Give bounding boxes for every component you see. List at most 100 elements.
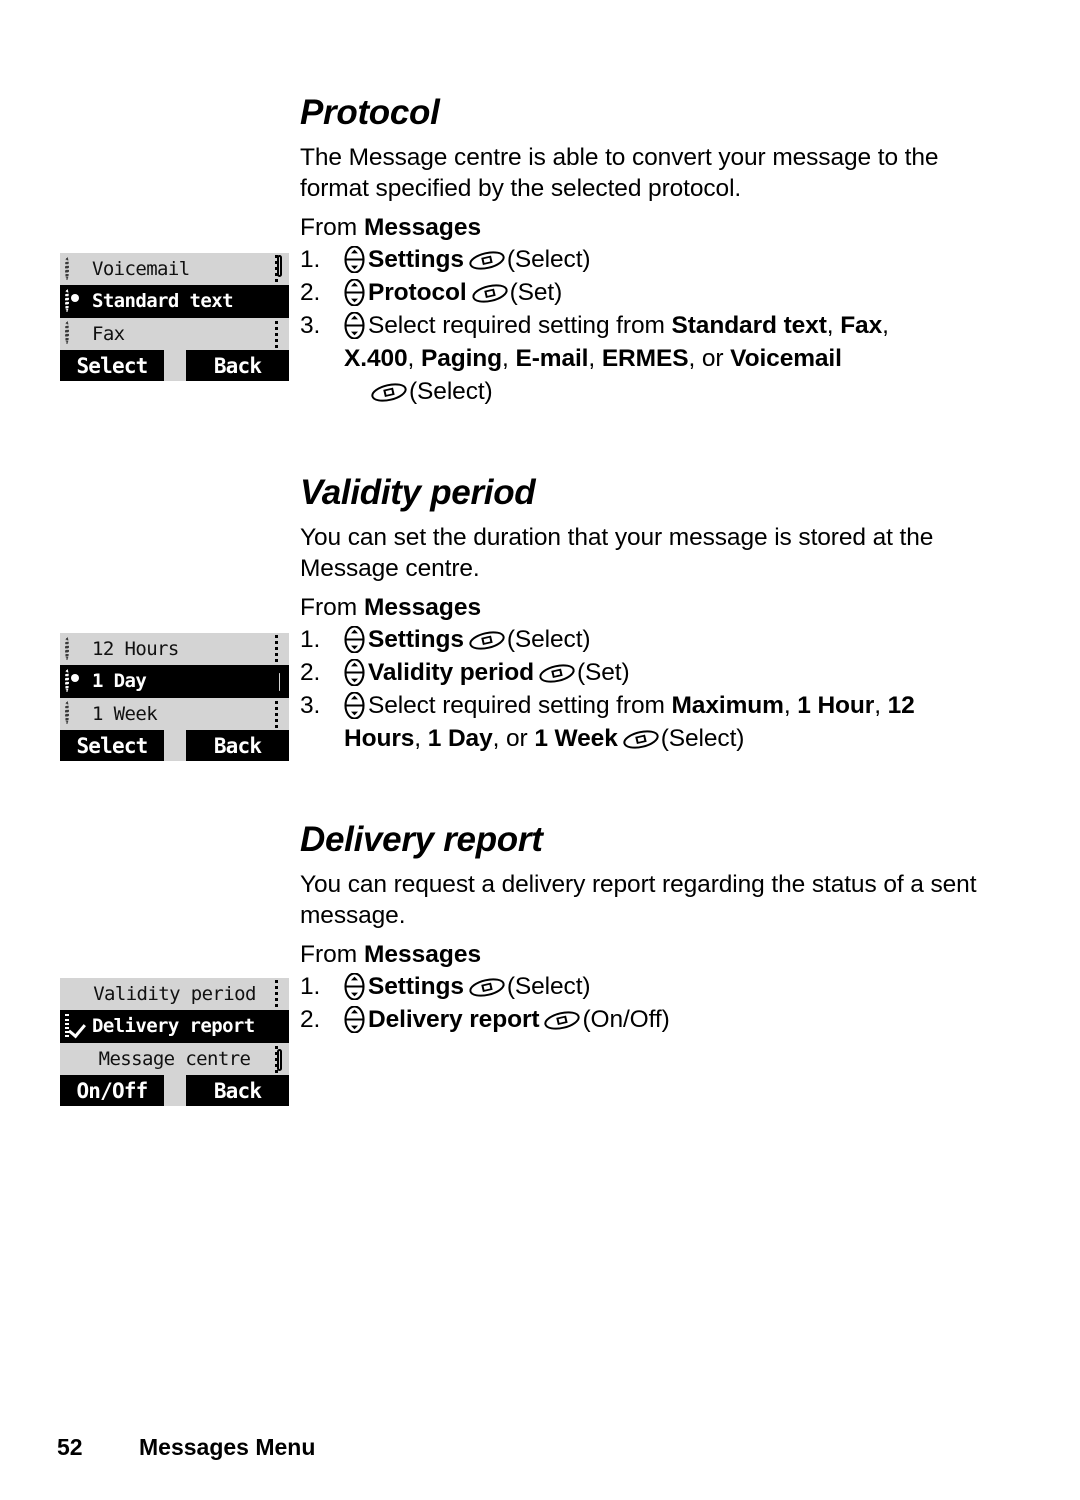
soft-key-icon <box>370 380 408 403</box>
from-target: Messages <box>363 213 482 241</box>
instruction-step: 1. Settings (Select) <box>300 623 1000 656</box>
instruction-step: 2. Protocol (Set) <box>300 276 1000 309</box>
radio-unselected-icon[interactable] <box>65 701 86 725</box>
checkbox-checked-icon[interactable] <box>65 1013 86 1037</box>
softkey-left[interactable]: Select <box>60 730 164 761</box>
step-number: 2. <box>300 658 321 686</box>
step-text: (Select) <box>506 625 591 653</box>
navigation-key-icon <box>344 625 365 654</box>
from-line: From Messages <box>300 212 1000 243</box>
soft-key-icon <box>622 727 660 750</box>
scrollbar-thumb[interactable] <box>277 671 282 693</box>
step-text: (Select) <box>409 377 493 405</box>
navigation-key-icon <box>344 1005 365 1034</box>
step-text: , or <box>688 344 731 372</box>
step-emphasis: Delivery report <box>368 1005 540 1033</box>
screen-list-item[interactable]: 12 Hours <box>60 633 289 665</box>
step-emphasis: 1 Day <box>427 724 493 752</box>
soft-key-icon <box>468 248 506 271</box>
screen-list-item[interactable]: 1 Day <box>60 665 289 698</box>
instruction-step: 2. Validity period (Set) <box>300 656 1000 689</box>
screen-item-label: Fax <box>92 322 125 345</box>
soft-key-icon <box>471 281 509 304</box>
step-emphasis: Settings <box>368 625 464 653</box>
instruction-step: 2. Delivery report (On/Off) <box>300 1003 1000 1036</box>
section-body: You can set the duration that your messa… <box>300 523 934 582</box>
step-text: , <box>882 311 889 339</box>
section-heading: Validity period <box>300 473 536 512</box>
screen-item-label: 1 Day <box>92 670 147 693</box>
screen-list-item[interactable]: Validity period <box>60 978 289 1010</box>
step-emphasis: Standard text <box>671 311 827 339</box>
step-emphasis: 1 Week <box>534 724 618 752</box>
step-emphasis: E-mail <box>515 344 589 372</box>
scrollbar-thumb[interactable] <box>277 255 282 277</box>
step-text: (Select) <box>506 245 591 273</box>
softkey-right[interactable]: Back <box>186 1075 289 1106</box>
validity-period-screen: 12 Hours 1 Day 1 Week Select Back <box>60 633 289 761</box>
step-text: , <box>874 691 888 719</box>
soft-key-icon <box>468 975 506 998</box>
from-prefix: From <box>300 213 364 241</box>
screen-list-item[interactable]: Delivery report <box>60 1010 289 1043</box>
from-line: From Messages <box>300 592 1000 623</box>
step-emphasis: ERMES <box>601 344 689 372</box>
step-number: 1. <box>300 972 321 1000</box>
from-target: Messages <box>363 593 482 621</box>
step-emphasis: 12 <box>887 691 915 719</box>
delivery-report-screen: Validity period Delivery report Message ce… <box>60 978 289 1106</box>
step-emphasis: Protocol <box>368 278 467 306</box>
step-text: (Set) <box>509 278 563 306</box>
step-number: 2. <box>300 1005 321 1033</box>
radio-unselected-icon[interactable] <box>65 321 86 345</box>
from-target: Messages <box>363 940 482 968</box>
step-emphasis: Fax <box>840 311 883 339</box>
screen-item-label: 1 Week <box>92 702 158 725</box>
radio-unselected-icon[interactable] <box>65 256 86 280</box>
step-emphasis: Settings <box>368 245 464 273</box>
screen-list-item[interactable]: Voicemail <box>60 253 289 285</box>
instruction-steps: 1. Settings (Select) 2. Delivery report (On/O… <box>300 970 1000 1036</box>
softkey-left[interactable]: Select <box>60 350 164 381</box>
section-protocol: Protocol The Message centre is able to co… <box>300 94 1000 408</box>
step-text: Select required setting from <box>368 691 672 719</box>
step-emphasis: Validity period <box>368 658 534 686</box>
radio-selected-icon[interactable] <box>65 288 86 312</box>
screen-list-item[interactable]: Fax <box>60 318 289 350</box>
screen-list: Voicemail Standard text Fax <box>60 253 289 350</box>
step-text: , <box>414 724 428 752</box>
step-number: 3. <box>300 691 321 719</box>
soft-key-icon <box>543 1008 581 1031</box>
screen-list-item[interactable]: Message centre <box>60 1043 289 1075</box>
softkey-left[interactable]: On/Off <box>60 1075 164 1106</box>
radio-selected-icon[interactable] <box>65 668 86 692</box>
softkey-right[interactable]: Back <box>186 350 289 381</box>
screen-scrollbar[interactable] <box>275 980 285 1073</box>
step-number: 1. <box>300 625 321 653</box>
radio-unselected-icon[interactable] <box>65 636 86 660</box>
step-text: Select required setting from <box>368 311 672 339</box>
screen-scrollbar[interactable] <box>275 255 285 348</box>
screen-list-item[interactable]: Standard text <box>60 285 289 318</box>
screen-item-label: Message centre <box>98 1047 251 1070</box>
screen-item-label: Validity period <box>93 983 256 1006</box>
step-text: , <box>588 344 602 372</box>
step-emphasis: X.400 <box>344 344 408 372</box>
screen-item-label: 12 Hours <box>92 638 179 661</box>
step-text: , <box>407 344 421 372</box>
step-text: (On/Off) <box>582 1005 670 1033</box>
scrollbar-thumb[interactable] <box>277 1049 282 1071</box>
screen-softkey-bar: Select Back <box>60 350 289 381</box>
step-text: , <box>826 311 841 339</box>
instruction-steps: 1. Settings (Select) 2. Validity period (Set)… <box>300 623 1000 755</box>
navigation-key-icon <box>344 245 365 274</box>
step-text: (Select) <box>506 972 591 1000</box>
step-text: , or <box>492 724 535 752</box>
screen-list: Validity period Delivery report Message ce… <box>60 978 289 1075</box>
screen-list-item[interactable]: 1 Week <box>60 698 289 730</box>
screen-scrollbar[interactable] <box>275 635 285 728</box>
softkey-right[interactable]: Back <box>186 730 289 761</box>
step-emphasis: Hours <box>344 724 415 752</box>
step-number: 1. <box>300 245 321 273</box>
navigation-key-icon <box>344 311 365 340</box>
